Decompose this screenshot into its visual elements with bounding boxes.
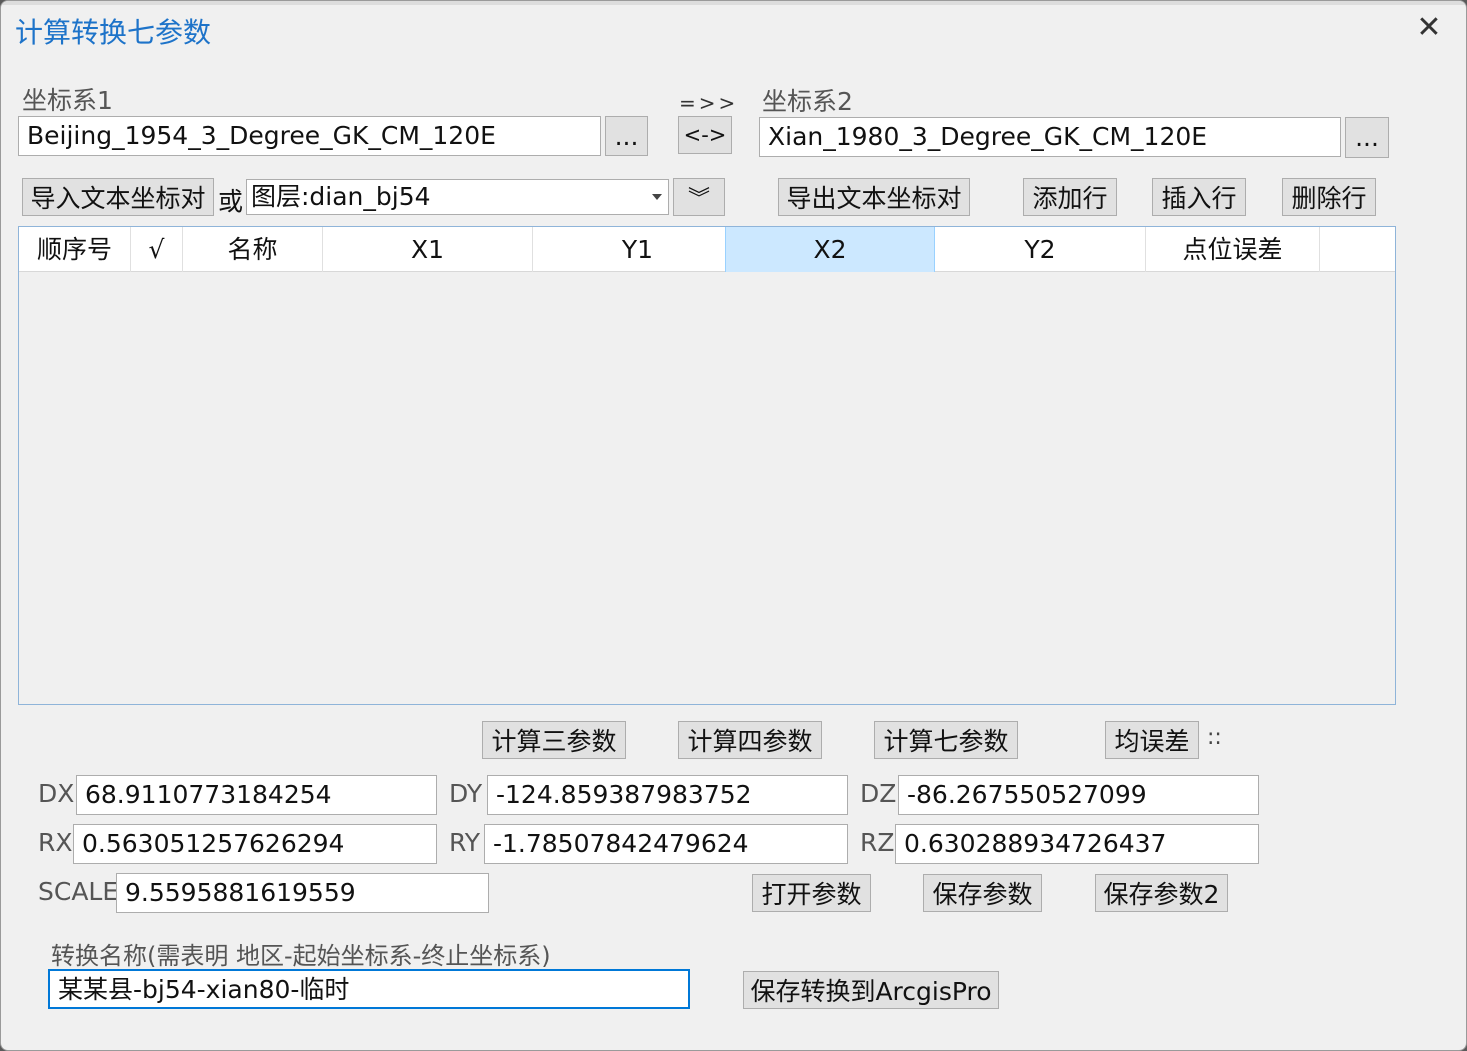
scale-field[interactable]: 9.5595881619559 (116, 873, 489, 913)
coord1-label: 坐标系1 (22, 86, 113, 115)
dx-field[interactable]: 68.9110773184254 (76, 775, 437, 815)
coord1-browse-button[interactable]: ... (605, 116, 648, 156)
chevron-down-icon (652, 194, 662, 200)
col-header-y2[interactable]: Y2 (935, 227, 1146, 272)
col-header-name[interactable]: 名称 (183, 227, 323, 272)
col-header-y1[interactable]: Y1 (533, 227, 743, 272)
save-params-button[interactable]: 保存参数 (923, 874, 1042, 912)
dz-label: DZ (860, 779, 897, 808)
dx-label: DX (38, 779, 75, 808)
rms-value: :: (1207, 725, 1222, 750)
dialog-title: 计算转换七参数 (15, 16, 212, 49)
coord2-field[interactable]: Xian_1980_3_Degree_GK_CM_120E (759, 117, 1341, 157)
col-header-x1[interactable]: X1 (323, 227, 533, 272)
col-header-point-error[interactable]: 点位误差 (1146, 227, 1320, 272)
close-icon[interactable]: ✕ (1412, 11, 1446, 45)
open-params-button[interactable]: 打开参数 (752, 874, 871, 912)
calc-four-params-button[interactable]: 计算四参数 (678, 721, 822, 759)
transform-name-input[interactable]: 某某县-bj54-xian80-临时 (48, 969, 690, 1009)
add-row-button[interactable]: 添加行 (1023, 178, 1117, 216)
direction-text: =>> (679, 91, 739, 115)
rz-field[interactable]: 0.630288934726437 (895, 824, 1259, 864)
rz-label: RZ (860, 828, 895, 857)
coord2-browse-button[interactable]: ... (1345, 117, 1389, 158)
layer-select[interactable]: 图层:dian_bj54 (246, 179, 669, 215)
grid-header: 顺序号 √ 名称 X1 Y1 X2 Y2 点位误差 (19, 227, 1395, 272)
top-strip (1, 1, 1466, 5)
calc-three-params-button[interactable]: 计算三参数 (482, 721, 626, 759)
ry-field[interactable]: -1.78507842479624 (484, 824, 848, 864)
ry-label: RY (449, 828, 481, 857)
dz-field[interactable]: -86.267550527099 (898, 775, 1259, 815)
rms-error-button[interactable]: 均误差 (1105, 721, 1199, 759)
transform-name-label: 转换名称(需表明 地区-起始坐标系-终止坐标系) (51, 942, 551, 970)
col-header-check[interactable]: √ (131, 227, 183, 272)
dy-field[interactable]: -124.859387983752 (487, 775, 848, 815)
coord1-field[interactable]: Beijing_1954_3_Degree_GK_CM_120E (18, 116, 601, 156)
insert-row-button[interactable]: 插入行 (1152, 178, 1246, 216)
import-text-button[interactable]: 导入文本坐标对 (22, 178, 214, 216)
rx-label: RX (38, 828, 73, 857)
expand-icon[interactable]: ︾ (673, 178, 725, 216)
swap-button[interactable]: <-> (678, 116, 732, 154)
save-to-arcgispro-button[interactable]: 保存转换到ArcgisPro (743, 971, 999, 1009)
seven-param-dialog: 计算转换七参数 ✕ 坐标系1 Beijing_1954_3_Degree_GK_… (0, 0, 1467, 1051)
coordinate-grid[interactable]: 顺序号 √ 名称 X1 Y1 X2 Y2 点位误差 (18, 226, 1396, 705)
rx-field[interactable]: 0.563051257626294 (73, 824, 437, 864)
or-label: 或 (218, 187, 244, 216)
export-text-button[interactable]: 导出文本坐标对 (778, 178, 970, 216)
coord2-label: 坐标系2 (762, 87, 853, 116)
calc-seven-params-button[interactable]: 计算七参数 (874, 721, 1018, 759)
dy-label: DY (449, 779, 483, 808)
delete-row-button[interactable]: 删除行 (1282, 178, 1376, 216)
col-header-index[interactable]: 顺序号 (19, 227, 131, 272)
layer-select-value: 图层:dian_bj54 (251, 182, 431, 211)
scale-label: SCALE (38, 877, 119, 906)
col-header-x2[interactable]: X2 (725, 227, 935, 272)
save-params2-button[interactable]: 保存参数2 (1095, 874, 1228, 912)
